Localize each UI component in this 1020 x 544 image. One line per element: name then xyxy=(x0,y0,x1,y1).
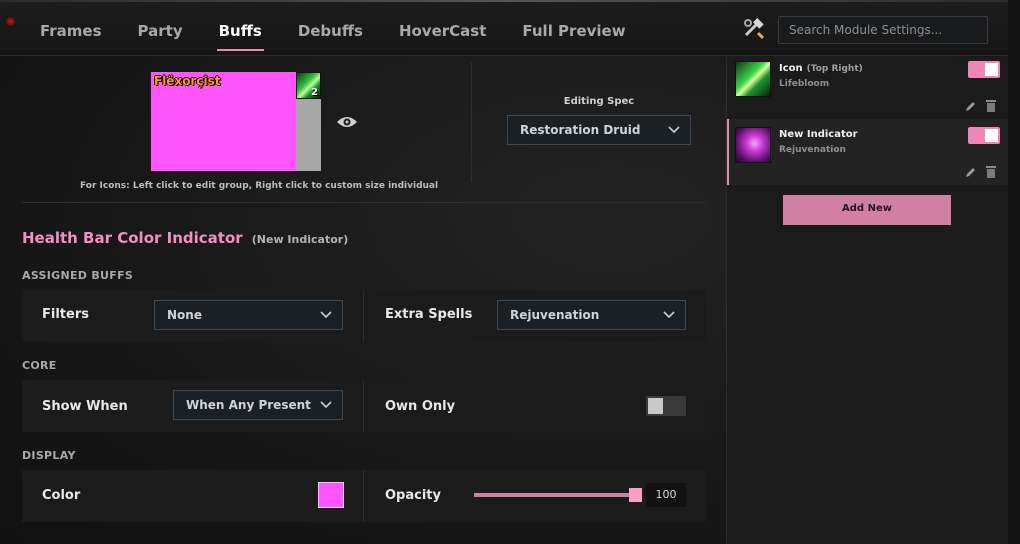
filters-dropdown-value: None xyxy=(167,308,202,322)
hammer-wrench-icon[interactable] xyxy=(741,16,767,42)
opacity-value[interactable]: 100 xyxy=(646,483,686,507)
filters-label: Filters xyxy=(42,307,89,322)
color-swatch[interactable] xyxy=(318,482,344,508)
trash-icon[interactable] xyxy=(985,165,997,178)
show-when-dropdown[interactable]: When Any Present xyxy=(173,390,343,420)
spec-dropdown[interactable]: Restoration Druid xyxy=(507,115,691,145)
indicator-title: Health Bar Color Indicator (New Indicato… xyxy=(22,228,348,247)
own-only-label: Own Only xyxy=(385,399,456,414)
horizontal-divider xyxy=(22,202,706,203)
main-content: Flëxorçist 2 For Icons: Left click to ed… xyxy=(0,57,726,544)
chevron-down-icon xyxy=(663,311,675,319)
tab-hovercast[interactable]: HoverCast xyxy=(381,12,504,52)
vertical-divider xyxy=(471,62,472,182)
chevron-down-icon xyxy=(668,126,680,134)
row-divider xyxy=(363,470,364,522)
tab-debuffs[interactable]: Debuffs xyxy=(280,12,381,52)
trash-icon[interactable] xyxy=(985,99,997,112)
lifebloom-buff-icon[interactable]: 2 xyxy=(296,72,321,99)
spec-dropdown-value: Restoration Druid xyxy=(520,123,641,137)
assigned-buffs-row: Filters None Extra Spells Rejuvenation xyxy=(22,290,706,342)
indicator-spell: Rejuvenation xyxy=(779,145,846,155)
show-when-label: Show When xyxy=(42,399,128,414)
top-border-line xyxy=(0,0,1020,2)
chevron-down-icon xyxy=(320,311,332,319)
pencil-icon[interactable] xyxy=(965,100,977,112)
pencil-icon[interactable] xyxy=(965,166,977,178)
app-window: Frames Party Buffs Debuffs HoverCast Ful… xyxy=(0,0,1020,544)
extra-spells-dropdown-value: Rejuvenation xyxy=(510,308,600,322)
indicator-name-text: New Indicator xyxy=(779,129,858,140)
tab-party[interactable]: Party xyxy=(120,12,201,52)
indicator-name: Icon (Top Right) xyxy=(779,63,863,74)
core-row: Show When When Any Present Own Only xyxy=(22,380,706,432)
show-when-dropdown-value: When Any Present xyxy=(186,398,311,412)
display-row: Color Opacity 100 xyxy=(22,470,706,522)
tab-buffs[interactable]: Buffs xyxy=(201,12,280,52)
chevron-down-icon xyxy=(320,401,332,409)
indicator-enable-toggle[interactable] xyxy=(968,127,1000,144)
editing-spec-label: Editing Spec xyxy=(563,96,635,107)
slider-handle[interactable] xyxy=(629,488,642,502)
toggle-knob xyxy=(985,63,998,76)
indicator-item-new-indicator[interactable]: New Indicator Rejuvenation xyxy=(727,119,1009,185)
section-core: CORE xyxy=(22,359,57,372)
unit-name: Flëxorçist xyxy=(154,74,221,88)
tab-full-preview[interactable]: Full Preview xyxy=(504,12,643,52)
indicator-title-sub: (New Indicator) xyxy=(251,233,349,246)
own-only-toggle[interactable] xyxy=(646,396,686,416)
indicator-item-icon[interactable]: Icon (Top Right) Lifebloom xyxy=(727,57,1009,119)
indicator-spell: Lifebloom xyxy=(779,79,830,89)
indicator-name: New Indicator xyxy=(779,129,858,140)
indicator-position: (Top Right) xyxy=(806,64,863,74)
eye-icon[interactable] xyxy=(336,114,358,130)
power-bar-preview xyxy=(296,99,321,171)
row-divider xyxy=(363,380,364,432)
indicator-title-main: Health Bar Color Indicator xyxy=(22,229,243,247)
unit-frame-preview[interactable]: Flëxorçist 2 xyxy=(151,72,322,171)
indicator-name-text: Icon xyxy=(779,63,803,74)
slider-track xyxy=(474,493,642,497)
buff-stack-count: 2 xyxy=(311,87,318,98)
window-edge xyxy=(1008,0,1020,544)
preview-hint: For Icons: Left click to edit group, Rig… xyxy=(80,181,439,191)
filters-dropdown[interactable]: None xyxy=(154,300,343,330)
extra-spells-dropdown[interactable]: Rejuvenation xyxy=(497,300,686,330)
rejuvenation-spell-icon xyxy=(735,127,771,163)
lifebloom-spell-icon xyxy=(735,61,771,97)
row-divider xyxy=(363,290,364,342)
section-display: DISPLAY xyxy=(22,449,76,462)
opacity-slider[interactable] xyxy=(474,485,642,505)
search-input[interactable] xyxy=(778,16,988,44)
indicator-list-panel: Icon (Top Right) Lifebloom New Indicator … xyxy=(726,57,1009,544)
tab-frames[interactable]: Frames xyxy=(22,12,120,52)
top-bar: Frames Party Buffs Debuffs HoverCast Ful… xyxy=(0,0,1020,56)
add-new-button[interactable]: Add New xyxy=(783,195,951,225)
status-dot-icon xyxy=(6,17,15,26)
toggle-knob xyxy=(648,398,663,414)
opacity-label: Opacity xyxy=(385,488,441,503)
indicator-enable-toggle[interactable] xyxy=(968,61,1000,78)
section-assigned-buffs: ASSIGNED BUFFS xyxy=(22,269,134,282)
color-label: Color xyxy=(42,488,81,503)
toggle-knob xyxy=(985,129,998,142)
module-tabs: Frames Party Buffs Debuffs HoverCast Ful… xyxy=(22,12,644,52)
extra-spells-label: Extra Spells xyxy=(385,307,473,322)
